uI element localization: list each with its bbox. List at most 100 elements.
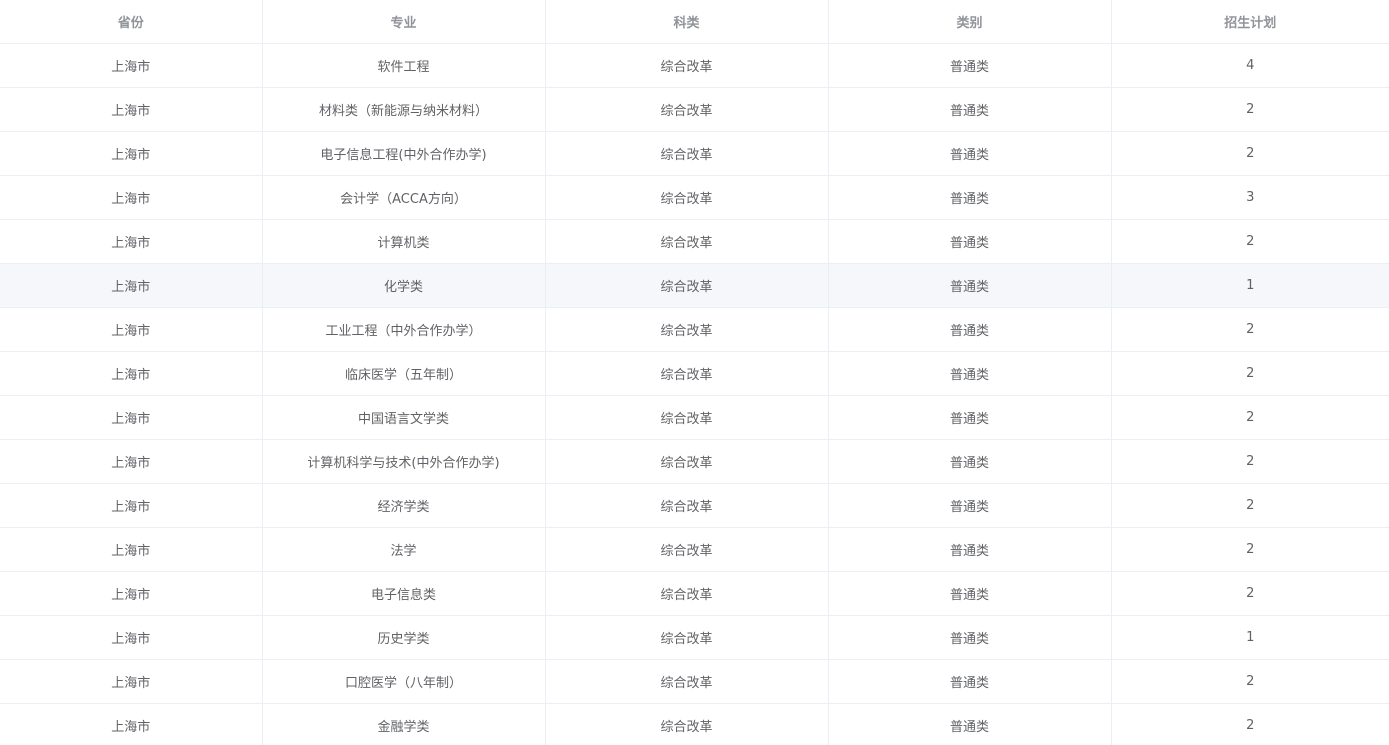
subject-category-cell: 综合改革 [545,175,829,220]
table-row[interactable]: 上海市 工业工程（中外合作办学） 综合改革 普通类 2 [0,307,1389,352]
subject-category-cell: 综合改革 [545,307,829,352]
province-cell: 上海市 [0,659,263,704]
table-row[interactable]: 上海市 历史学类 综合改革 普通类 1 [0,615,1389,660]
subject-category-cell: 综合改革 [545,219,829,264]
subject-category-cell: 综合改革 [545,483,829,528]
province-cell: 上海市 [0,395,263,440]
enrollment-plan-cell: 4 [1111,43,1389,88]
major-cell: 历史学类 [262,615,546,660]
enrollment-plan-cell: 1 [1111,615,1389,660]
subject-category-cell: 综合改革 [545,131,829,176]
subject-category-cell: 综合改革 [545,263,829,308]
type-cell: 普通类 [828,43,1112,88]
type-cell: 普通类 [828,703,1112,745]
province-cell: 上海市 [0,87,263,132]
enrollment-plan-cell: 3 [1111,175,1389,220]
subject-category-cell: 综合改革 [545,659,829,704]
enrollment-plan-cell: 2 [1111,527,1389,572]
province-cell: 上海市 [0,571,263,616]
type-cell: 普通类 [828,615,1112,660]
type-cell: 普通类 [828,571,1112,616]
subject-category-cell: 综合改革 [545,395,829,440]
table-row[interactable]: 上海市 计算机类 综合改革 普通类 2 [0,219,1389,264]
table-body: 上海市 软件工程 综合改革 普通类 4 上海市 材料类（新能源与纳米材料） 综合改革 普通类 2 上… [0,43,1389,745]
major-cell: 材料类（新能源与纳米材料） [262,87,546,132]
type-cell: 普通类 [828,131,1112,176]
type-cell: 普通类 [828,351,1112,396]
subject-category-cell: 综合改革 [545,527,829,572]
province-cell: 上海市 [0,439,263,484]
major-cell: 金融学类 [262,703,546,745]
type-cell: 普通类 [828,307,1112,352]
table-row[interactable]: 上海市 法学 综合改革 普通类 2 [0,527,1389,572]
subject-category-cell: 综合改革 [545,615,829,660]
major-cell: 中国语言文学类 [262,395,546,440]
major-cell: 化学类 [262,263,546,308]
province-cell: 上海市 [0,263,263,308]
enrollment-plan-cell: 2 [1111,131,1389,176]
major-cell: 电子信息类 [262,571,546,616]
enrollment-plan-cell: 2 [1111,659,1389,704]
enrollment-plan-cell: 2 [1111,483,1389,528]
enrollment-plan-cell: 1 [1111,263,1389,308]
major-cell: 法学 [262,527,546,572]
major-cell: 计算机类 [262,219,546,264]
enrollment-plan-cell: 2 [1111,219,1389,264]
enrollment-plan-cell: 2 [1111,703,1389,745]
type-cell: 普通类 [828,659,1112,704]
subject-category-cell: 综合改革 [545,571,829,616]
major-cell: 经济学类 [262,483,546,528]
major-cell: 口腔医学（八年制） [262,659,546,704]
admission-plan-table: 省份 专业 科类 类别 招生计划 上海市 软件工程 综合改革 普通类 4 上海市 材料类（新… [0,0,1389,745]
province-cell: 上海市 [0,43,263,88]
table-row[interactable]: 上海市 金融学类 综合改革 普通类 2 [0,703,1389,745]
type-cell: 普通类 [828,175,1112,220]
table-row[interactable]: 上海市 口腔医学（八年制） 综合改革 普通类 2 [0,659,1389,704]
subject-category-cell: 综合改革 [545,351,829,396]
table-row[interactable]: 上海市 临床医学（五年制） 综合改革 普通类 2 [0,351,1389,396]
subject-category-cell: 综合改革 [545,43,829,88]
province-cell: 上海市 [0,351,263,396]
type-cell: 普通类 [828,439,1112,484]
table-row[interactable]: 上海市 电子信息类 综合改革 普通类 2 [0,571,1389,616]
province-cell: 上海市 [0,131,263,176]
table-row[interactable]: 上海市 经济学类 综合改革 普通类 2 [0,483,1389,528]
enrollment-plan-cell: 2 [1111,351,1389,396]
type-cell: 普通类 [828,483,1112,528]
enrollment-plan-cell: 2 [1111,395,1389,440]
column-header-province[interactable]: 省份 [0,0,263,44]
table-row[interactable]: 上海市 材料类（新能源与纳米材料） 综合改革 普通类 2 [0,87,1389,132]
table-row[interactable]: 上海市 计算机科学与技术(中外合作办学) 综合改革 普通类 2 [0,439,1389,484]
subject-category-cell: 综合改革 [545,703,829,745]
major-cell: 临床医学（五年制） [262,351,546,396]
subject-category-cell: 综合改革 [545,439,829,484]
column-header-major[interactable]: 专业 [262,0,546,44]
province-cell: 上海市 [0,527,263,572]
table-row[interactable]: 上海市 电子信息工程(中外合作办学) 综合改革 普通类 2 [0,131,1389,176]
enrollment-plan-cell: 2 [1111,307,1389,352]
province-cell: 上海市 [0,307,263,352]
table-header-row: 省份 专业 科类 类别 招生计划 [0,0,1389,44]
type-cell: 普通类 [828,263,1112,308]
type-cell: 普通类 [828,219,1112,264]
province-cell: 上海市 [0,175,263,220]
major-cell: 计算机科学与技术(中外合作办学) [262,439,546,484]
enrollment-plan-cell: 2 [1111,87,1389,132]
table-row[interactable]: 上海市 中国语言文学类 综合改革 普通类 2 [0,395,1389,440]
table-row[interactable]: 上海市 会计学（ACCA方向） 综合改革 普通类 3 [0,175,1389,220]
column-header-subject-category[interactable]: 科类 [545,0,829,44]
province-cell: 上海市 [0,703,263,745]
major-cell: 电子信息工程(中外合作办学) [262,131,546,176]
province-cell: 上海市 [0,483,263,528]
type-cell: 普通类 [828,87,1112,132]
major-cell: 会计学（ACCA方向） [262,175,546,220]
column-header-type[interactable]: 类别 [828,0,1112,44]
major-cell: 软件工程 [262,43,546,88]
enrollment-plan-cell: 2 [1111,439,1389,484]
table-row[interactable]: 上海市 软件工程 综合改革 普通类 4 [0,43,1389,88]
column-header-enrollment-plan[interactable]: 招生计划 [1111,0,1389,44]
major-cell: 工业工程（中外合作办学） [262,307,546,352]
enrollment-plan-cell: 2 [1111,571,1389,616]
type-cell: 普通类 [828,395,1112,440]
table-row[interactable]: 上海市 化学类 综合改革 普通类 1 [0,263,1389,308]
